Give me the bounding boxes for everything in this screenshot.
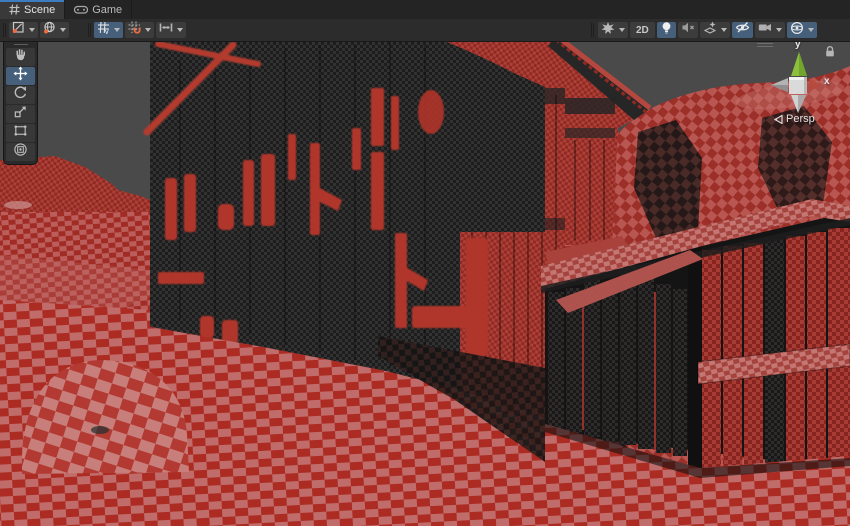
gizmo-y-axis[interactable] <box>791 52 807 76</box>
snap-move-button[interactable] <box>156 22 186 38</box>
orientation-gizmo[interactable]: y x Persp <box>768 41 850 133</box>
scene-viewport[interactable] <box>0 0 850 526</box>
rect-icon <box>13 123 28 143</box>
globe-icon <box>43 21 56 39</box>
view-tabbar: Scene Game <box>0 0 850 20</box>
dropdown-arrow[interactable] <box>114 28 120 32</box>
snap-increment-button[interactable] <box>125 22 154 38</box>
lighting-toggle-button[interactable] <box>657 22 676 38</box>
lock-icon <box>824 45 836 58</box>
grid-visibility-button[interactable]: y <box>94 22 123 38</box>
svg-text:y: y <box>105 29 109 34</box>
dropdown-arrow[interactable] <box>619 28 625 32</box>
tool-settings-group <box>9 22 69 38</box>
dropdown-arrow[interactable] <box>776 28 782 32</box>
effects-burst-icon <box>601 21 615 40</box>
dropdown-arrow[interactable] <box>177 28 183 32</box>
camera-settings-button[interactable] <box>755 22 785 38</box>
pivot-icon <box>12 21 25 39</box>
toolbar-separator <box>591 23 592 37</box>
dropdown-arrow[interactable] <box>60 28 66 32</box>
grid-visibility-icon: y <box>97 21 110 39</box>
hand-icon <box>13 47 28 67</box>
projection-label: Persp <box>786 113 815 125</box>
snap-increment-icon <box>128 21 141 39</box>
persp-icon <box>774 115 783 124</box>
gizmo-x-axis[interactable] <box>809 78 821 92</box>
grid-snap-group: y <box>94 22 186 38</box>
gizmos-icon <box>790 21 804 40</box>
gizmo-center-cube[interactable] <box>789 77 807 94</box>
rotate-icon <box>13 85 28 105</box>
view-options-group: 2D <box>598 22 817 38</box>
scale-tool-button[interactable] <box>6 105 35 123</box>
camera-icon <box>758 21 772 39</box>
2d-label: 2D <box>633 25 652 36</box>
scene-visibility-button[interactable] <box>732 22 753 38</box>
unity-editor-window: Scene Game <box>0 0 850 526</box>
fx-layers-icon <box>703 21 717 40</box>
lighting-icon <box>660 21 673 40</box>
2d-toggle-button[interactable]: 2D <box>630 22 655 38</box>
tab-scene-label: Scene <box>24 4 55 16</box>
tools-overlay <box>3 38 38 165</box>
gizmo-x-label: x <box>824 76 830 87</box>
move-tool-button[interactable] <box>6 67 35 85</box>
effects-button[interactable] <box>598 22 628 38</box>
transform-icon <box>13 142 28 162</box>
dropdown-arrow[interactable] <box>145 28 151 32</box>
scene-grid-icon <box>9 4 20 15</box>
toolbar-separator <box>88 23 89 37</box>
tab-game-label: Game <box>92 4 122 16</box>
gamepad-icon <box>74 4 88 15</box>
tool-handle-pivot-button[interactable] <box>9 22 38 38</box>
visibility-icon <box>735 21 750 39</box>
tab-scene[interactable]: Scene <box>0 0 65 19</box>
hand-tool-button[interactable] <box>6 48 35 66</box>
gizmo-z-axis[interactable] <box>771 78 788 92</box>
audio-muted-icon <box>681 21 695 39</box>
gizmos-button[interactable] <box>787 22 817 38</box>
tool-handle-rotation-button[interactable] <box>40 22 69 38</box>
scale-icon <box>13 104 28 124</box>
dropdown-arrow[interactable] <box>808 28 814 32</box>
gizmo-neg-y-axis[interactable] <box>791 95 806 113</box>
dropdown-arrow[interactable] <box>721 28 727 32</box>
toolbar-separator <box>3 23 4 37</box>
rotate-tool-button[interactable] <box>6 86 35 104</box>
snap-move-icon <box>159 21 173 39</box>
gizmo-lock[interactable] <box>824 45 836 63</box>
move-icon <box>13 66 28 86</box>
transform-tool-button[interactable] <box>6 143 35 161</box>
audio-toggle-button[interactable] <box>678 22 698 38</box>
scene-toolbar: y <box>0 19 850 42</box>
rect-tool-button[interactable] <box>6 124 35 142</box>
dropdown-arrow[interactable] <box>29 28 35 32</box>
fx-button[interactable] <box>700 22 730 38</box>
tab-game[interactable]: Game <box>65 0 132 19</box>
projection-toggle[interactable]: Persp <box>774 113 815 125</box>
